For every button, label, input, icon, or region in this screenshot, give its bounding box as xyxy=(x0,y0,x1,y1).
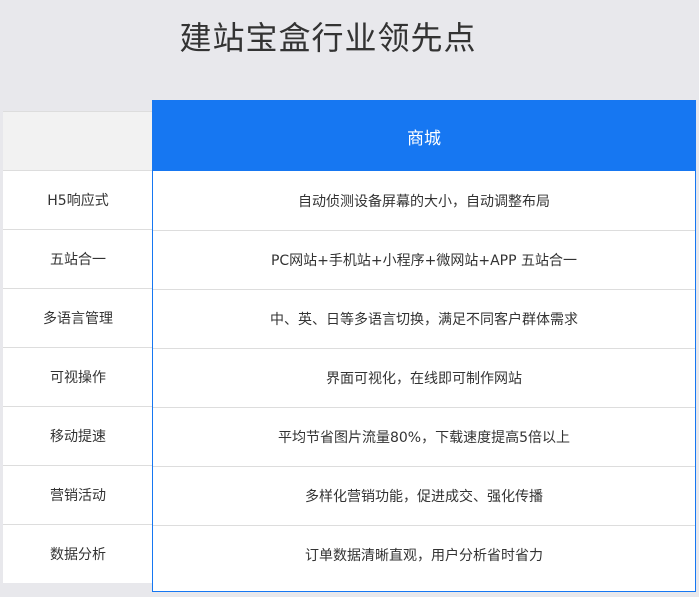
shop-column: 商城 自动侦测设备屏幕的大小，自动调整布局 PC网站+手机站+小程序+微网站+A… xyxy=(152,100,696,592)
feature-label-five-in-one: 五站合一 xyxy=(3,229,153,288)
feature-label-multilang: 多语言管理 xyxy=(3,288,153,347)
feature-label-marketing: 营销活动 xyxy=(3,465,153,524)
page-footer-strip xyxy=(0,597,699,616)
feature-desc-visual: 界面可视化，在线即可制作网站 xyxy=(153,348,695,407)
page-title: 建站宝盒行业领先点 xyxy=(179,19,477,57)
shop-column-header: 商城 xyxy=(153,101,695,171)
feature-desc-analytics: 订单数据清晰直观，用户分析省时省力 xyxy=(153,525,695,584)
feature-desc-mobile-speed: 平均节省图片流量80%，下载速度提高5倍以上 xyxy=(153,407,695,466)
feature-label-analytics: 数据分析 xyxy=(3,524,153,583)
feature-desc-marketing: 多样化营销功能，促进成交、强化传播 xyxy=(153,466,695,525)
feature-label-mobile-speed: 移动提速 xyxy=(3,406,153,465)
feature-label-visual: 可视操作 xyxy=(3,347,153,406)
feature-desc-five-in-one: PC网站+手机站+小程序+微网站+APP 五站合一 xyxy=(153,230,695,289)
feature-desc-multilang: 中、英、日等多语言切换，满足不同客户群体需求 xyxy=(153,289,695,348)
feature-column: H5响应式 五站合一 多语言管理 可视操作 移动提速 营销活动 数据分析 xyxy=(3,111,153,583)
feature-label-h5: H5响应式 xyxy=(3,170,153,229)
feature-column-header xyxy=(3,111,153,170)
feature-desc-h5: 自动侦测设备屏幕的大小，自动调整布局 xyxy=(298,193,550,210)
